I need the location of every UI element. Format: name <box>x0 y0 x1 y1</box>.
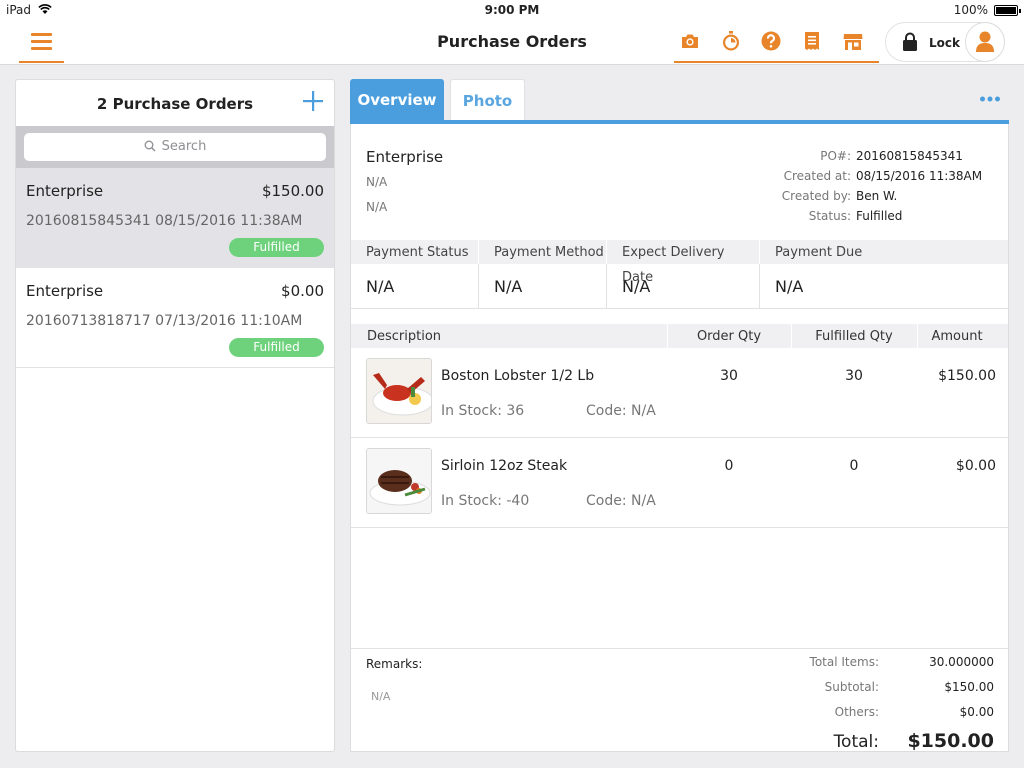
item-name: Sirloin 12oz Steak <box>441 458 568 474</box>
subtotal-label: Subtotal: <box>824 680 879 694</box>
total-items-label: Total Items: <box>809 655 879 669</box>
status-label: Status: <box>808 209 851 223</box>
payment-values: N/A N/A N/A N/A <box>351 264 1008 309</box>
overview-card: Enterprise N/A N/A PO#: 20160815845341 Cr… <box>350 124 1009 752</box>
order-meta: 20160815845341 08/15/2016 11:38AM <box>26 213 303 229</box>
po-vendor-line2: N/A <box>366 200 388 214</box>
add-order-button[interactable] <box>302 90 324 112</box>
amount-header: Amount <box>931 329 983 344</box>
order-qty-header: Order Qty <box>696 329 762 344</box>
steak-image <box>366 448 432 514</box>
item-name: Boston Lobster 1/2 Lb <box>441 368 595 384</box>
timer-icon[interactable] <box>720 30 742 52</box>
search-placeholder: Search <box>161 139 207 154</box>
po-vendor: Enterprise <box>366 148 444 166</box>
order-amount: $0.00 <box>281 282 324 300</box>
delivery-date-header: Expect Delivery Date <box>607 240 760 285</box>
battery-icon <box>994 5 1021 16</box>
lock-icon <box>903 32 917 51</box>
others-value: $0.00 <box>959 705 994 719</box>
order-vendor: Enterprise <box>26 182 104 200</box>
payment-method-value: N/A <box>479 264 607 308</box>
item-fulfilled-qty: 0 <box>849 458 859 474</box>
subtotal-value: $150.00 <box>944 680 994 694</box>
user-icon <box>976 31 994 52</box>
created-at-label: Created at: <box>783 169 851 183</box>
item-fulfilled-qty: 30 <box>845 368 863 384</box>
order-meta: 20160713818717 07/13/2016 11:10AM <box>26 313 303 329</box>
items-table-header: Description Order Qty Fulfilled Qty Amou… <box>351 324 1008 348</box>
order-count-title: 2 Purchase Orders <box>96 95 254 113</box>
lock-label: Lock <box>929 36 960 50</box>
payment-status-header: Payment Status <box>351 240 479 264</box>
po-number-label: PO#: <box>820 149 851 163</box>
footer-divider <box>351 648 1008 649</box>
item-order-qty: 0 <box>724 458 734 474</box>
search-input[interactable]: Search <box>24 133 326 161</box>
po-vendor-line1: N/A <box>366 175 388 189</box>
order-amount: $150.00 <box>261 182 324 200</box>
table-row[interactable]: Sirloin 12oz Steak In Stock: -40 Code: N… <box>351 438 1008 528</box>
order-vendor: Enterprise <box>26 282 104 300</box>
camera-icon[interactable] <box>679 30 701 52</box>
others-label: Others: <box>834 705 879 719</box>
status-bar: iPad 9:00 PM 100% <box>0 0 1024 20</box>
more-options-icon[interactable] <box>979 95 1001 103</box>
lobster-image <box>366 358 432 424</box>
order-detail-panel: Overview Photo Enterprise N/A N/A PO#: 20… <box>350 79 1009 752</box>
fulfilled-qty-header: Fulfilled Qty <box>815 329 893 344</box>
status-badge: Fulfilled <box>229 238 324 257</box>
total-items-value: 30.000000 <box>929 655 994 669</box>
tab-overview[interactable]: Overview <box>350 79 444 120</box>
clock: 9:00 PM <box>484 3 540 17</box>
nav-bar: Purchase Orders Lock <box>0 20 1024 65</box>
remarks-value: N/A <box>371 690 391 703</box>
created-by: Ben W. <box>856 189 898 203</box>
table-row[interactable]: Boston Lobster 1/2 Lb In Stock: 36 Code:… <box>351 348 1008 438</box>
created-by-label: Created by: <box>781 189 851 203</box>
description-header: Description <box>367 329 442 344</box>
search-bar: Search <box>16 126 334 168</box>
order-list-header: 2 Purchase Orders <box>16 80 334 126</box>
item-order-qty: 30 <box>720 368 738 384</box>
created-at: 08/15/2016 11:38AM <box>856 169 983 183</box>
toolbar-icons <box>674 20 879 63</box>
grand-total-label: Total: <box>833 732 879 752</box>
payment-method-header: Payment Method <box>479 240 607 264</box>
item-stock: In Stock: -40 <box>441 493 530 509</box>
item-code: Code: N/A <box>586 493 656 509</box>
order-list-item[interactable]: Enterprise $150.00 20160815845341 08/15/… <box>16 168 334 268</box>
item-stock: In Stock: 36 <box>441 403 525 419</box>
receipt-icon[interactable] <box>801 30 823 52</box>
delivery-date-value: N/A <box>607 264 760 308</box>
remarks-label: Remarks: <box>366 657 423 671</box>
search-icon <box>144 140 156 152</box>
status-badge: Fulfilled <box>229 338 324 357</box>
item-amount: $0.00 <box>955 458 996 474</box>
payment-due-value: N/A <box>775 277 804 296</box>
order-list-panel: 2 Purchase Orders Search Enterprise $150… <box>15 79 335 752</box>
payment-header: Payment Status Payment Method Expect Del… <box>351 240 1008 285</box>
payment-status-value: N/A <box>351 264 479 308</box>
tab-photo[interactable]: Photo <box>450 79 525 120</box>
status-value: Fulfilled <box>856 209 903 223</box>
po-info: PO#: 20160815845341 Created at: 08/15/2016… <box>726 146 986 226</box>
store-icon[interactable] <box>842 30 864 52</box>
lock-button[interactable]: Lock <box>885 22 1005 62</box>
grand-total-value: $150.00 <box>907 730 994 752</box>
order-list-item[interactable]: Enterprise $0.00 20160713818717 07/13/20… <box>16 268 334 368</box>
item-code: Code: N/A <box>586 403 656 419</box>
battery-percent: 100% <box>953 3 988 17</box>
po-number: 20160815845341 <box>856 149 963 163</box>
help-icon[interactable] <box>760 30 782 52</box>
avatar[interactable] <box>965 22 1005 62</box>
totals-summary: Total Items: 30.000000 Subtotal: $150.00 O… <box>734 655 994 755</box>
item-amount: $150.00 <box>938 368 996 384</box>
payment-due-header: Payment Due <box>775 245 863 260</box>
